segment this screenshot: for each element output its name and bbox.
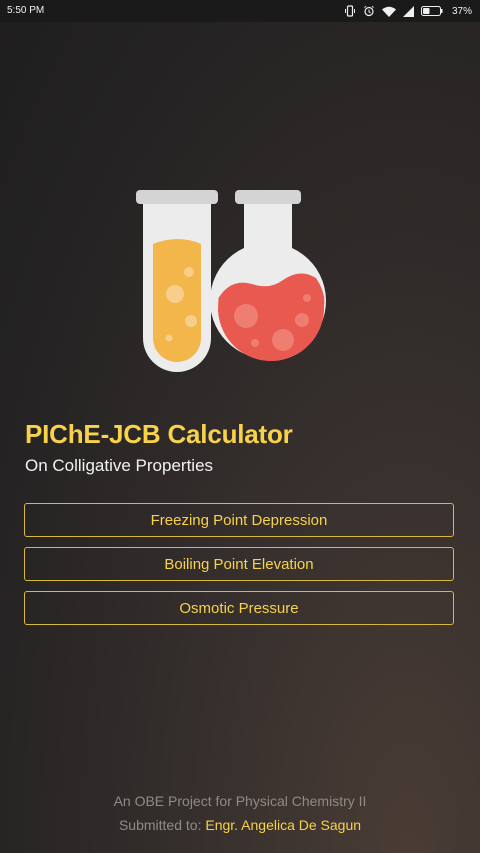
signal-icon <box>402 5 414 17</box>
submitted-to-label: Submitted to: <box>118 817 202 833</box>
footer-project-text: An OBE Project for Physical Chemistry II <box>113 793 367 809</box>
boiling-point-elevation-button[interactable]: Boiling Point Elevation <box>24 547 454 581</box>
wifi-icon <box>381 6 396 17</box>
battery-percent: 37% <box>451 5 472 17</box>
app-title: PIChE-JCB Calculator <box>25 419 293 449</box>
status-bar: 5:50 PM 37% <box>0 0 480 22</box>
freezing-point-depression-button[interactable]: Freezing Point Depression <box>24 503 454 537</box>
submitted-to-name: Engr. Angelica De Sagun <box>205 817 362 833</box>
test-tube-and-flask-icon <box>135 188 345 384</box>
osmotic-pressure-button[interactable]: Osmotic Pressure <box>24 591 454 625</box>
status-icons: 37% <box>344 3 472 19</box>
footer-submitted: Submitted to: Engr. Angelica De Sagun <box>0 817 480 833</box>
vibrate-icon <box>344 5 356 17</box>
status-time: 5:50 PM <box>7 5 45 16</box>
battery-icon <box>420 6 443 16</box>
alarm-icon <box>363 5 375 17</box>
app-subtitle: On Colligative Properties <box>25 456 214 475</box>
